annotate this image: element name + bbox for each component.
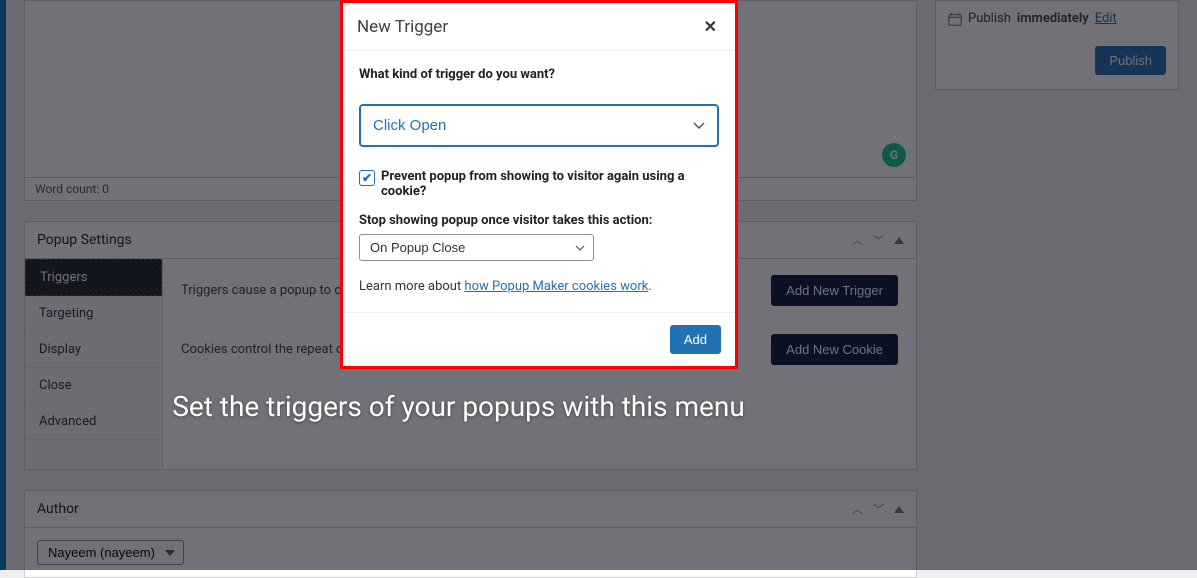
close-icon[interactable]: ✕	[700, 15, 721, 38]
stop-action-select[interactable]: On Popup Close	[359, 234, 594, 261]
learn-more-line: Learn more about how Popup Maker cookies…	[359, 279, 719, 294]
learn-more-link[interactable]: how Popup Maker cookies work	[464, 279, 648, 294]
modal-body: What kind of trigger do you want? Click …	[343, 51, 735, 312]
page-root: G Word count: 0 Popup Settings ︿ ﹀ Trigg…	[0, 0, 1197, 570]
prevent-cookie-label: Prevent popup from showing to visitor ag…	[381, 169, 719, 199]
checkbox-checked-icon[interactable]: ✔	[359, 170, 375, 186]
red-highlight-frame: New Trigger ✕ What kind of trigger do yo…	[340, 0, 738, 369]
modal-header: New Trigger ✕	[343, 3, 735, 51]
modal-title: New Trigger	[357, 17, 448, 37]
prevent-cookie-checkbox-row[interactable]: ✔ Prevent popup from showing to visitor …	[359, 169, 719, 199]
modal-footer: Add	[343, 312, 735, 366]
learn-more-prefix: Learn more about	[359, 279, 464, 294]
learn-more-period: .	[648, 279, 651, 294]
trigger-type-select[interactable]: Click Open	[359, 104, 719, 147]
stop-action-label: Stop showing popup once visitor takes th…	[359, 213, 719, 228]
modal-container: New Trigger ✕ What kind of trigger do yo…	[340, 0, 738, 369]
add-button[interactable]: Add	[670, 325, 721, 354]
new-trigger-modal: New Trigger ✕ What kind of trigger do yo…	[343, 3, 735, 366]
modal-question: What kind of trigger do you want?	[359, 67, 719, 82]
